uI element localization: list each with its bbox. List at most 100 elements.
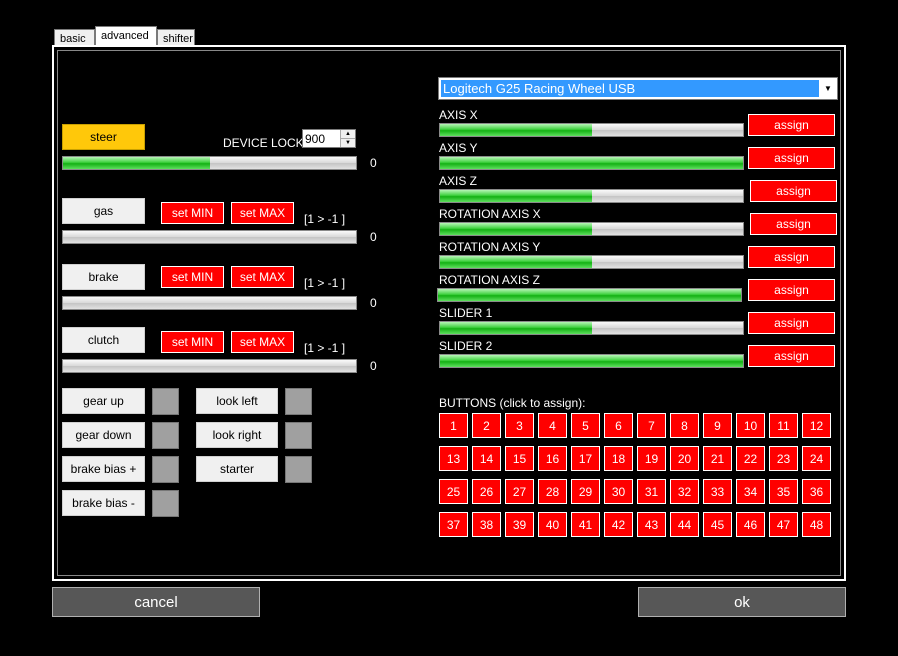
- assign-button-37[interactable]: 37: [439, 512, 468, 537]
- gas-button[interactable]: gas: [62, 198, 145, 224]
- starter-button[interactable]: starter: [196, 456, 278, 482]
- assign-button-26[interactable]: 26: [472, 479, 501, 504]
- axis-assign-button[interactable]: assign: [748, 345, 835, 367]
- assign-button-46[interactable]: 46: [736, 512, 765, 537]
- brake-set-min-button[interactable]: set MIN: [161, 266, 224, 288]
- assign-button-30[interactable]: 30: [604, 479, 633, 504]
- assign-button-42[interactable]: 42: [604, 512, 633, 537]
- axis-assign-button[interactable]: assign: [748, 114, 835, 136]
- assign-button-43[interactable]: 43: [637, 512, 666, 537]
- assign-button-11[interactable]: 11: [769, 413, 798, 438]
- assign-button-38[interactable]: 38: [472, 512, 501, 537]
- assign-button-16[interactable]: 16: [538, 446, 567, 471]
- assign-button-8[interactable]: 8: [670, 413, 699, 438]
- assign-button-48[interactable]: 48: [802, 512, 831, 537]
- device-lock-spinner[interactable]: ▲ ▼: [302, 129, 356, 148]
- assign-button-9[interactable]: 9: [703, 413, 732, 438]
- assign-button-19[interactable]: 19: [637, 446, 666, 471]
- assign-button-32[interactable]: 32: [670, 479, 699, 504]
- assign-button-45[interactable]: 45: [703, 512, 732, 537]
- axis-label: AXIS X: [439, 108, 478, 122]
- assign-button-33[interactable]: 33: [703, 479, 732, 504]
- brake-bias-minus-button[interactable]: brake bias -: [62, 490, 145, 516]
- clutch-set-max-button[interactable]: set MAX: [231, 331, 294, 353]
- brake-button[interactable]: brake: [62, 264, 145, 290]
- gear-up-button[interactable]: gear up: [62, 388, 145, 414]
- assign-button-17[interactable]: 17: [571, 446, 600, 471]
- brake-bar: [62, 296, 357, 310]
- steer-button[interactable]: steer: [62, 124, 145, 150]
- assign-button-10[interactable]: 10: [736, 413, 765, 438]
- assign-button-29[interactable]: 29: [571, 479, 600, 504]
- assign-button-25[interactable]: 25: [439, 479, 468, 504]
- look-right-button[interactable]: look right: [196, 422, 278, 448]
- axis-assign-button[interactable]: assign: [748, 147, 835, 169]
- brake-value: 0: [370, 296, 377, 310]
- gear-down-indicator: [152, 422, 179, 449]
- assign-button-36[interactable]: 36: [802, 479, 831, 504]
- axis-assign-button[interactable]: assign: [750, 213, 837, 235]
- device-lock-input[interactable]: [303, 130, 343, 147]
- assign-button-22[interactable]: 22: [736, 446, 765, 471]
- tab-advanced[interactable]: advanced: [95, 26, 157, 47]
- assign-button-24[interactable]: 24: [802, 446, 831, 471]
- assign-button-4[interactable]: 4: [538, 413, 567, 438]
- clutch-button[interactable]: clutch: [62, 327, 145, 353]
- assign-button-20[interactable]: 20: [670, 446, 699, 471]
- gas-range: [1 > -1 ]: [304, 212, 346, 226]
- axis-assign-button[interactable]: assign: [748, 279, 835, 301]
- clutch-range: [1 > -1 ]: [304, 341, 346, 355]
- assign-button-12[interactable]: 12: [802, 413, 831, 438]
- assign-button-5[interactable]: 5: [571, 413, 600, 438]
- assign-button-13[interactable]: 13: [439, 446, 468, 471]
- axis-bar: [439, 222, 744, 236]
- assign-button-6[interactable]: 6: [604, 413, 633, 438]
- assign-button-21[interactable]: 21: [703, 446, 732, 471]
- spin-up-icon[interactable]: ▲: [340, 130, 355, 138]
- axis-bar: [439, 255, 744, 269]
- brake-bias-plus-button[interactable]: brake bias +: [62, 456, 145, 482]
- ok-button[interactable]: ok: [638, 587, 846, 617]
- assign-button-34[interactable]: 34: [736, 479, 765, 504]
- gas-set-min-button[interactable]: set MIN: [161, 202, 224, 224]
- assign-button-41[interactable]: 41: [571, 512, 600, 537]
- assign-button-27[interactable]: 27: [505, 479, 534, 504]
- assign-button-14[interactable]: 14: [472, 446, 501, 471]
- look-left-button[interactable]: look left: [196, 388, 278, 414]
- assign-button-40[interactable]: 40: [538, 512, 567, 537]
- assign-button-28[interactable]: 28: [538, 479, 567, 504]
- brake-bias-minus-indicator: [152, 490, 179, 517]
- assign-button-23[interactable]: 23: [769, 446, 798, 471]
- axis-label: ROTATION AXIS Z: [439, 273, 540, 287]
- spin-down-icon[interactable]: ▼: [340, 138, 355, 147]
- starter-indicator: [285, 456, 312, 483]
- assign-button-7[interactable]: 7: [637, 413, 666, 438]
- axis-assign-button[interactable]: assign: [748, 312, 835, 334]
- axis-assign-button[interactable]: assign: [748, 246, 835, 268]
- axis-assign-button[interactable]: assign: [750, 180, 837, 202]
- gas-set-max-button[interactable]: set MAX: [231, 202, 294, 224]
- assign-button-35[interactable]: 35: [769, 479, 798, 504]
- brake-set-max-button[interactable]: set MAX: [231, 266, 294, 288]
- assign-button-2[interactable]: 2: [472, 413, 501, 438]
- assign-button-1[interactable]: 1: [439, 413, 468, 438]
- assign-button-3[interactable]: 3: [505, 413, 534, 438]
- steer-bar: [62, 156, 357, 170]
- gear-down-button[interactable]: gear down: [62, 422, 145, 448]
- gear-up-indicator: [152, 388, 179, 415]
- assign-button-39[interactable]: 39: [505, 512, 534, 537]
- assign-button-18[interactable]: 18: [604, 446, 633, 471]
- clutch-set-min-button[interactable]: set MIN: [161, 331, 224, 353]
- assign-button-31[interactable]: 31: [637, 479, 666, 504]
- cancel-button[interactable]: cancel: [52, 587, 260, 617]
- axis-label: SLIDER 1: [439, 306, 493, 320]
- axis-bar: [437, 288, 742, 302]
- assign-button-47[interactable]: 47: [769, 512, 798, 537]
- device-select[interactable]: Logitech G25 Racing Wheel USB ▼: [438, 77, 838, 100]
- look-right-indicator: [285, 422, 312, 449]
- axis-bar: [439, 156, 744, 170]
- assign-button-44[interactable]: 44: [670, 512, 699, 537]
- chevron-down-icon[interactable]: ▼: [821, 80, 835, 97]
- axis-bar: [439, 354, 744, 368]
- assign-button-15[interactable]: 15: [505, 446, 534, 471]
